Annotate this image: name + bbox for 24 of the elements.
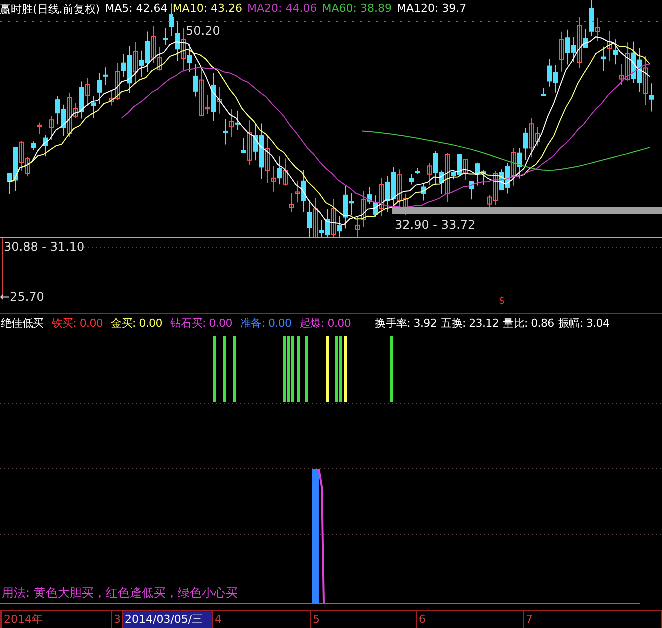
date-axis-label: 6 xyxy=(416,611,523,628)
stat-label: 量比: 0.86 xyxy=(503,316,554,330)
indicator-value: 铁买: 0.00 xyxy=(52,316,104,330)
marker-symbol: $ xyxy=(499,296,506,307)
stock-title: 赢时胜(日线.前复权) xyxy=(0,2,100,17)
date-axis-label: 7 xyxy=(523,611,661,628)
indicator-name: 绝佳低买 xyxy=(1,316,44,330)
price-range-label: 32.90 - 33.72 xyxy=(395,218,476,232)
indicator-value: 金买: 0.00 xyxy=(111,316,162,330)
stat-label: 五换: 23.12 xyxy=(441,316,500,330)
indicator-value: 起爆: 0.00 xyxy=(300,316,352,330)
volume-range-label: 30.88 - 31.10 xyxy=(4,240,85,254)
date-axis-label: 5 xyxy=(310,611,416,628)
stat-label: 振幅: 3.04 xyxy=(558,316,610,330)
indicator-value: 钻石买: 0.00 xyxy=(170,316,232,330)
usage-legend: 用法: 黄色大胆买，红色逢低买，绿色小心买 xyxy=(2,585,238,602)
volume-low-label: ←25.70 xyxy=(0,290,44,304)
indicator-value: 准备: 0.00 xyxy=(240,316,292,330)
date-axis-label: 4 xyxy=(212,611,310,628)
date-axis-label: 2014/03/05/三 xyxy=(122,611,212,628)
high-price-label: 50.20 xyxy=(186,24,220,38)
moving-average-label: MA10: 43.26 xyxy=(172,2,243,17)
date-axis-label: 2014年 xyxy=(1,611,111,628)
stat-label: 换手率: 3.92 xyxy=(375,316,438,330)
